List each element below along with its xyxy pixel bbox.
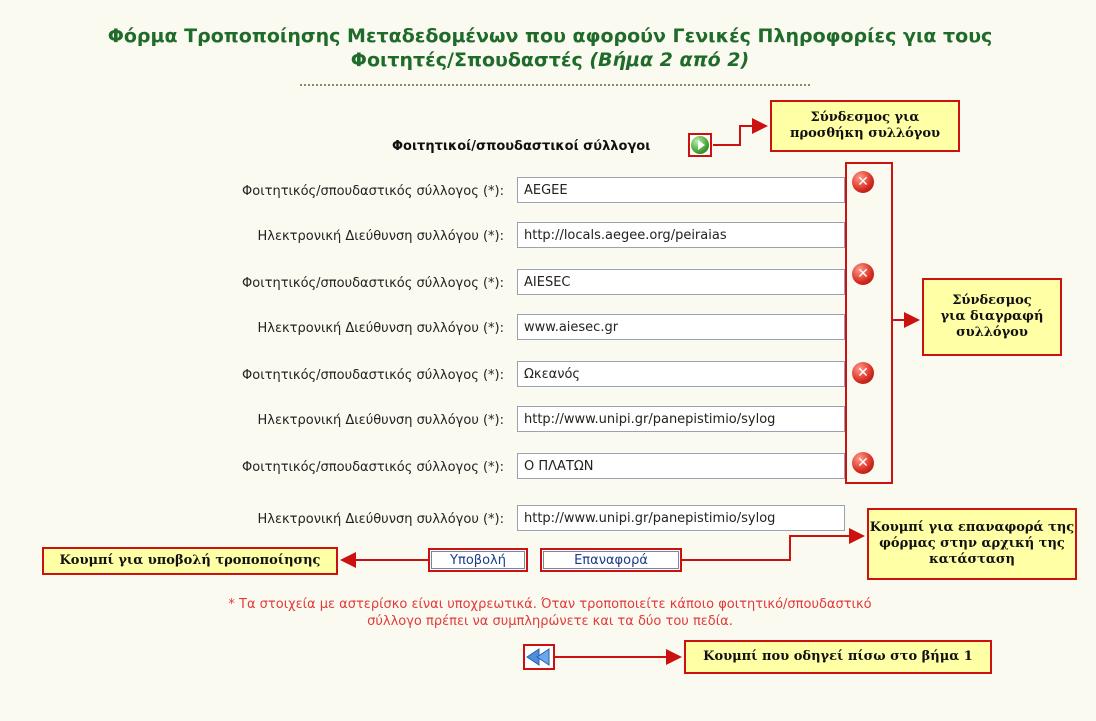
callout-connectors: [340, 118, 920, 665]
